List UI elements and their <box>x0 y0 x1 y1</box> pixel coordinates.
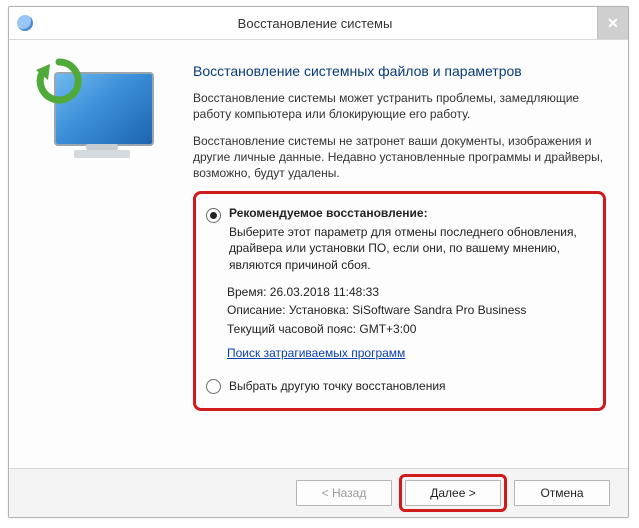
content-area: Восстановление системных файлов и параме… <box>9 40 628 468</box>
detail-tz-label: Текущий часовой пояс: <box>227 322 356 336</box>
option-choose-other[interactable]: Выбрать другую точку восстановления <box>206 377 589 394</box>
title-bar: Восстановление системы ✕ <box>9 7 628 40</box>
illustration-column <box>9 40 189 468</box>
restore-monitor-illustration <box>44 64 154 162</box>
intro-paragraph-1: Восстановление системы может устранить п… <box>193 90 610 122</box>
cancel-button[interactable]: Отмена <box>514 480 610 506</box>
next-button-highlight: Далее > <box>399 474 507 512</box>
next-button[interactable]: Далее > <box>405 480 501 506</box>
close-button[interactable]: ✕ <box>597 7 628 39</box>
option-choose-other-label: Выбрать другую точку восстановления <box>229 377 446 394</box>
option-recommended-label: Рекомендуемое восстановление: <box>229 206 589 220</box>
intro-paragraph-2: Восстановление системы не затронет ваши … <box>193 133 610 182</box>
restore-arrow-icon <box>36 58 82 104</box>
radio-recommended[interactable] <box>206 208 221 223</box>
detail-time-label: Время: <box>227 285 266 299</box>
close-icon: ✕ <box>607 15 619 32</box>
detail-time-value: 26.03.2018 11:48:33 <box>270 285 379 299</box>
restore-point-details: Время: 26.03.2018 11:48:33 Описание: Уст… <box>206 283 589 363</box>
options-highlight-box: Рекомендуемое восстановление: Выберите э… <box>193 191 606 411</box>
dialog-window: Восстановление системы ✕ Восстановление … <box>8 6 629 518</box>
system-restore-icon <box>17 15 33 31</box>
detail-desc-value: Установка: SiSoftware Sandra Pro Busines… <box>289 303 526 317</box>
detail-tz-value: GMT+3:00 <box>359 322 416 336</box>
back-button: < Назад <box>296 480 392 506</box>
main-column: Восстановление системных файлов и параме… <box>189 40 628 468</box>
button-bar: < Назад Далее > Отмена <box>9 468 628 517</box>
detail-desc-label: Описание: <box>227 303 286 317</box>
option-recommended[interactable]: Рекомендуемое восстановление: Выберите э… <box>206 206 589 273</box>
radio-choose-other[interactable] <box>206 379 221 394</box>
window-title: Восстановление системы <box>33 16 597 31</box>
page-heading: Восстановление системных файлов и параме… <box>193 62 610 80</box>
option-recommended-desc: Выберите этот параметр для отмены послед… <box>229 224 589 273</box>
affected-programs-link[interactable]: Поиск затрагиваемых программ <box>227 344 405 363</box>
